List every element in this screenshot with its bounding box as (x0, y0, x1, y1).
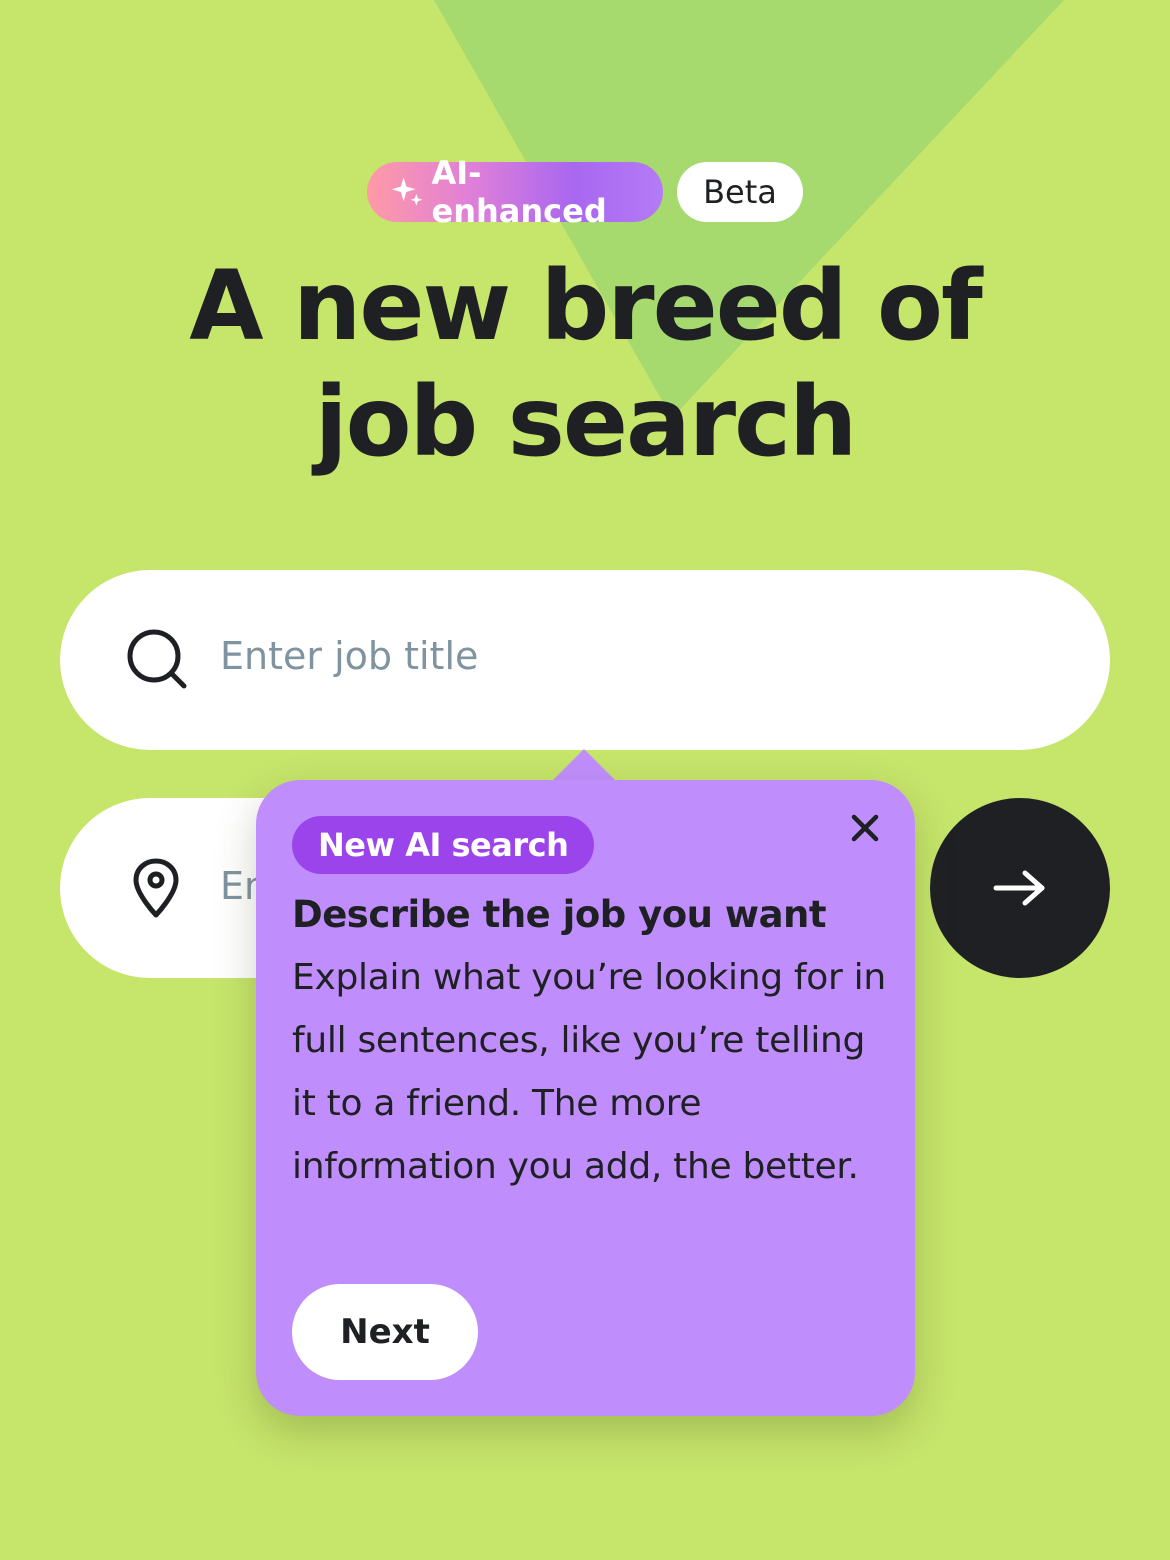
beta-label: Beta (703, 173, 777, 211)
new-ai-search-tag: New AI search (292, 816, 595, 874)
next-button[interactable]: Next (292, 1284, 478, 1380)
popover-pointer (552, 749, 616, 781)
beta-badge: Beta (677, 162, 803, 222)
popover-body-text: Explain what you’re looking for in full … (292, 957, 886, 1187)
submit-search-button[interactable] (930, 798, 1110, 978)
search-icon (127, 629, 187, 689)
close-icon (851, 814, 879, 842)
ai-search-popover: New AI search Describe the job you want … (256, 780, 915, 1416)
ai-enhanced-label: AI-enhanced (431, 154, 607, 230)
ai-enhanced-badge: AI-enhanced (367, 154, 663, 230)
map-pin-icon (133, 858, 179, 918)
popover-heading: Describe the job you want (292, 893, 827, 936)
close-popover-button[interactable] (847, 810, 883, 846)
arrow-right-icon (993, 870, 1045, 906)
sparkle-icon (391, 177, 423, 206)
job-title-input[interactable] (218, 620, 1042, 692)
badge-row: AI-enhanced Beta (0, 154, 1170, 230)
page-title: A new breed of job search (189, 250, 982, 478)
